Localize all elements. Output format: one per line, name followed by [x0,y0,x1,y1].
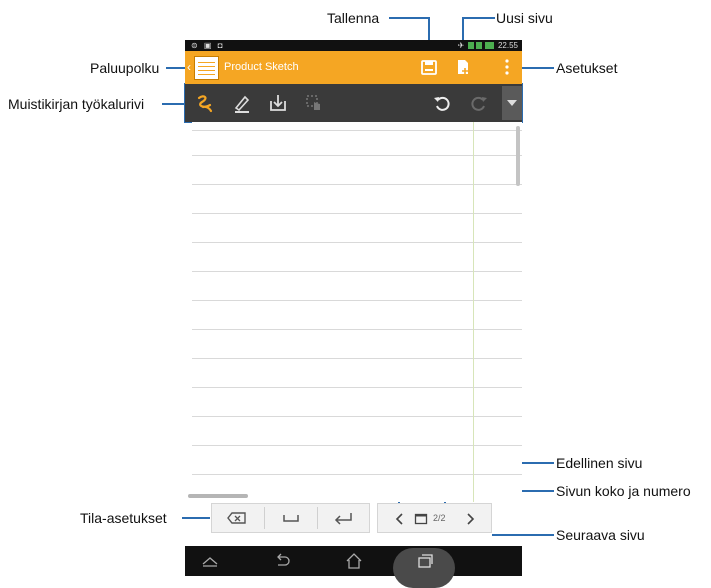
battery-icon [484,42,494,50]
home-icon [346,553,362,569]
overflow-menu-button[interactable] [497,57,517,77]
new-page-button[interactable] [453,57,473,77]
handwriting-icon [197,95,213,113]
previous-page-button[interactable] [392,511,408,527]
home-button[interactable] [345,553,363,569]
page-navigation-bar: 2/2 [377,503,492,533]
action-bar: ‹ Product Sketch [185,51,522,84]
toolbar-callout-line [162,103,184,105]
signal-icon [467,42,474,50]
vertical-scrollbar[interactable] [516,126,520,186]
horizontal-scrollbar[interactable] [188,494,248,498]
next-page-callout: Seuraava sivu [556,527,645,543]
notification-icons: ⊜ ▣ ◘ [191,41,225,50]
new-page-callout-line [462,17,495,19]
previous-page-callout: Edellinen sivu [556,455,643,471]
redo-button[interactable] [468,92,490,114]
recent-apps-button[interactable] [416,553,434,569]
notebook-icon[interactable] [194,56,219,80]
new-page-callout: Uusi sivu [496,10,553,26]
gesture-button[interactable] [303,92,325,114]
redo-icon [471,96,487,111]
mute-icon: ✈ [457,41,465,50]
mode-settings-bar [211,503,370,533]
chevron-left-icon [395,513,403,525]
toolbar-callout: Muistikirjan työkalurivi [8,96,145,112]
undo-icon [434,96,450,111]
notebook-toolbar [185,84,522,122]
import-icon [270,95,286,111]
clock: 22.55 [497,41,518,50]
mode-settings-callout: Tila-asetukset [80,510,167,526]
notebook-title: Product Sketch [224,61,299,73]
enter-button[interactable] [318,504,370,532]
recent-apps-icon [418,554,433,568]
undo-button[interactable] [431,92,453,114]
backspace-icon [227,512,246,524]
system-navigation-bar [185,546,522,588]
back-button[interactable] [273,553,291,569]
handwriting-button[interactable] [194,92,216,114]
status-bar: ⊜ ▣ ◘ ✈ 22.55 [185,40,522,51]
save-callout-line [389,17,429,19]
page-size-number-callout: Sivun koko ja numero [556,483,691,499]
back-path-callout: Paluupolku [90,60,160,76]
save-button[interactable] [419,57,439,77]
toolbar-more-button[interactable] [502,86,522,120]
new-page-icon [458,60,468,74]
space-icon [283,515,299,522]
hide-keyboard-button[interactable] [201,553,219,569]
next-page-callout-line [492,534,554,536]
pen-button[interactable] [231,92,253,114]
page-number: 2/2 [433,513,446,523]
back-chevron-icon[interactable]: ‹ [187,60,191,74]
chevron-down-icon [507,100,517,106]
page-size-button[interactable] [414,512,428,526]
import-button[interactable] [267,92,289,114]
notebook-page[interactable] [192,122,522,502]
gesture-icon [306,95,320,110]
page-size-icon [414,513,428,525]
next-page-button[interactable] [462,511,478,527]
overflow-menu-icon [505,59,509,75]
save-icon [421,60,437,75]
page-margin-line [473,122,474,502]
enter-icon [334,513,352,525]
back-icon [277,553,290,566]
mode-settings-callout-line [182,517,210,519]
chevron-up-icon [202,557,218,567]
backspace-button[interactable] [212,504,264,532]
save-callout: Tallenna [327,10,380,26]
signal-icon [475,42,482,50]
settings-callout: Asetukset [556,60,618,76]
space-button[interactable] [265,504,317,532]
status-right: ✈ 22.55 [458,41,518,50]
chevron-right-icon [467,513,475,525]
pen-icon [234,95,250,113]
